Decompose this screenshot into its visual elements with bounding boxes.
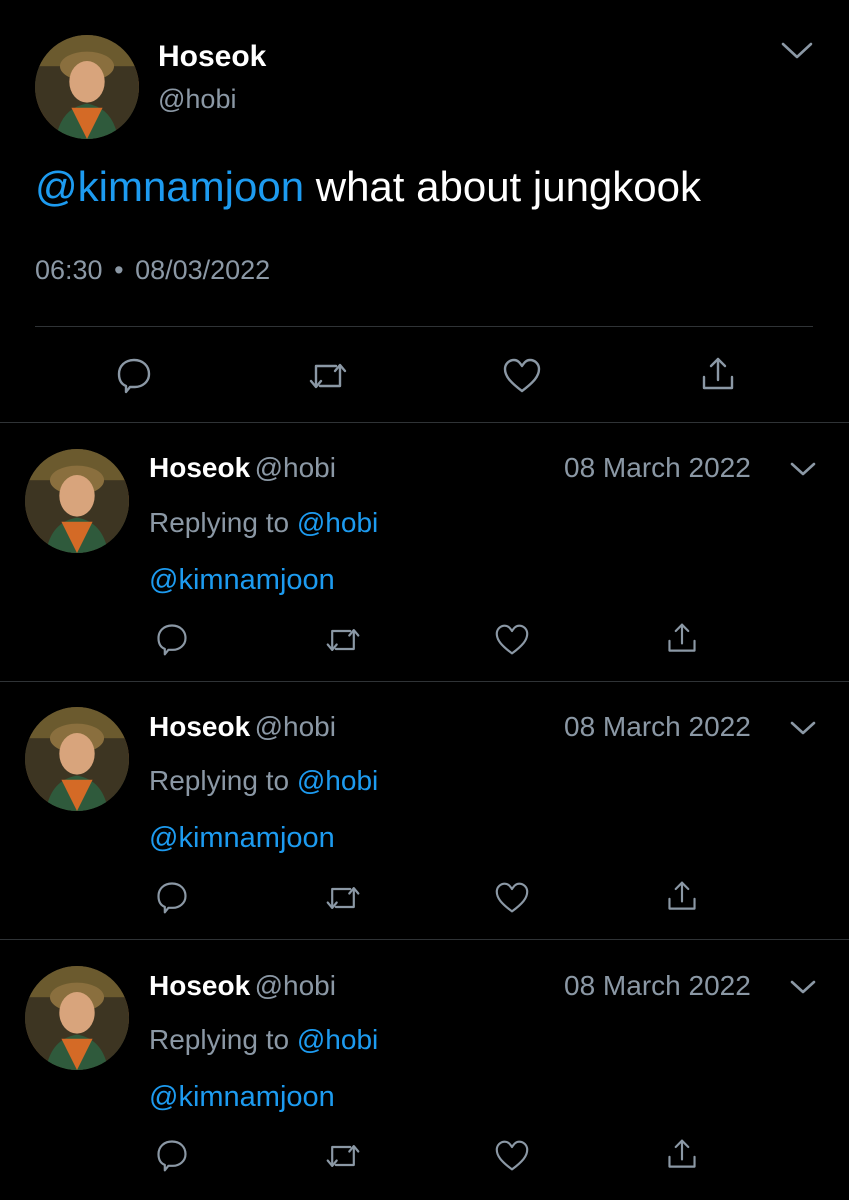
like-button[interactable] [494, 881, 530, 915]
author-handle[interactable]: @hobi [255, 452, 336, 483]
profile-photo-icon [35, 35, 139, 139]
reply-header: Hoseok @hobi [149, 452, 336, 484]
like-button[interactable] [502, 357, 542, 395]
reply-date[interactable]: 08 March 2022 [564, 711, 751, 743]
replying-label: Replying to [149, 765, 297, 796]
replying-to-link[interactable]: @hobi [297, 765, 378, 796]
replying-to-link[interactable]: @hobi [297, 1024, 378, 1055]
retweet-button[interactable] [323, 622, 363, 658]
share-button[interactable] [699, 355, 737, 395]
divider [0, 681, 849, 682]
retweet-button[interactable] [306, 356, 350, 396]
tweet-time[interactable]: 06:30 [35, 255, 103, 285]
share-button[interactable] [665, 879, 699, 915]
heart-icon [495, 624, 529, 655]
heart-icon [495, 1140, 529, 1171]
author-name[interactable]: Hoseok [149, 452, 250, 483]
replying-to: Replying to @hobi [149, 765, 378, 797]
tweet-text: @kimnamjoon what about jungkook [35, 163, 701, 211]
mention-link[interactable]: @kimnamjoon [35, 163, 304, 210]
reply-header: Hoseok @hobi [149, 711, 336, 743]
avatar[interactable] [25, 449, 129, 553]
share-icon [702, 357, 734, 390]
profile-photo-icon [25, 449, 129, 553]
replying-label: Replying to [149, 1024, 297, 1055]
profile-photo-icon [25, 707, 129, 811]
reply-button[interactable] [154, 879, 190, 915]
chevron-down-icon[interactable] [789, 977, 817, 997]
avatar[interactable] [35, 35, 139, 139]
chevron-down-icon[interactable] [779, 38, 815, 62]
mention-link[interactable]: @kimnamjoon [149, 564, 335, 597]
dot-separator: • [114, 255, 124, 285]
retweet-icon [326, 629, 360, 651]
heart-icon [495, 882, 529, 913]
replying-label: Replying to [149, 507, 297, 538]
reply-icon [157, 1140, 187, 1172]
reply-date[interactable]: 08 March 2022 [564, 970, 751, 1002]
retweet-icon [309, 363, 347, 389]
tweet-body: what about jungkook [304, 163, 702, 210]
reply-date[interactable]: 08 March 2022 [564, 452, 751, 484]
author-name[interactable]: Hoseok [149, 970, 250, 1001]
profile-photo-icon [25, 966, 129, 1070]
replying-to: Replying to @hobi [149, 1024, 378, 1056]
reply-button[interactable] [154, 1137, 190, 1173]
share-icon [668, 881, 696, 910]
mention-link[interactable]: @kimnamjoon [149, 822, 335, 855]
mention-link[interactable]: @kimnamjoon [149, 1081, 335, 1114]
divider [0, 939, 849, 940]
chevron-down-icon[interactable] [789, 459, 817, 479]
retweet-icon [326, 1145, 360, 1167]
divider [0, 422, 849, 423]
share-button[interactable] [665, 621, 699, 657]
replying-to: Replying to @hobi [149, 507, 378, 539]
like-button[interactable] [494, 623, 530, 657]
reply-icon [157, 882, 187, 914]
replying-to-link[interactable]: @hobi [297, 507, 378, 538]
reply-button[interactable] [154, 621, 190, 657]
author-handle[interactable]: @hobi [255, 711, 336, 742]
reply-icon [157, 624, 187, 656]
tweet-date[interactable]: 08/03/2022 [135, 255, 270, 285]
share-button[interactable] [665, 1137, 699, 1173]
reply-header: Hoseok @hobi [149, 970, 336, 1002]
author-name[interactable]: Hoseok [149, 711, 250, 742]
share-icon [668, 623, 696, 652]
timestamp: 06:30 • 08/03/2022 [35, 255, 270, 286]
reply-icon [117, 358, 151, 394]
like-button[interactable] [494, 1139, 530, 1173]
avatar[interactable] [25, 966, 129, 1070]
chevron-down-icon[interactable] [789, 718, 817, 738]
author-name[interactable]: Hoseok [158, 40, 266, 74]
author-handle[interactable]: @hobi [255, 970, 336, 1001]
retweet-button[interactable] [323, 1138, 363, 1174]
divider [35, 326, 813, 327]
retweet-button[interactable] [323, 880, 363, 916]
author-handle[interactable]: @hobi [158, 84, 236, 115]
heart-icon [503, 358, 541, 393]
reply-button[interactable] [114, 355, 154, 395]
avatar[interactable] [25, 707, 129, 811]
retweet-icon [326, 887, 360, 909]
share-icon [668, 1139, 696, 1168]
